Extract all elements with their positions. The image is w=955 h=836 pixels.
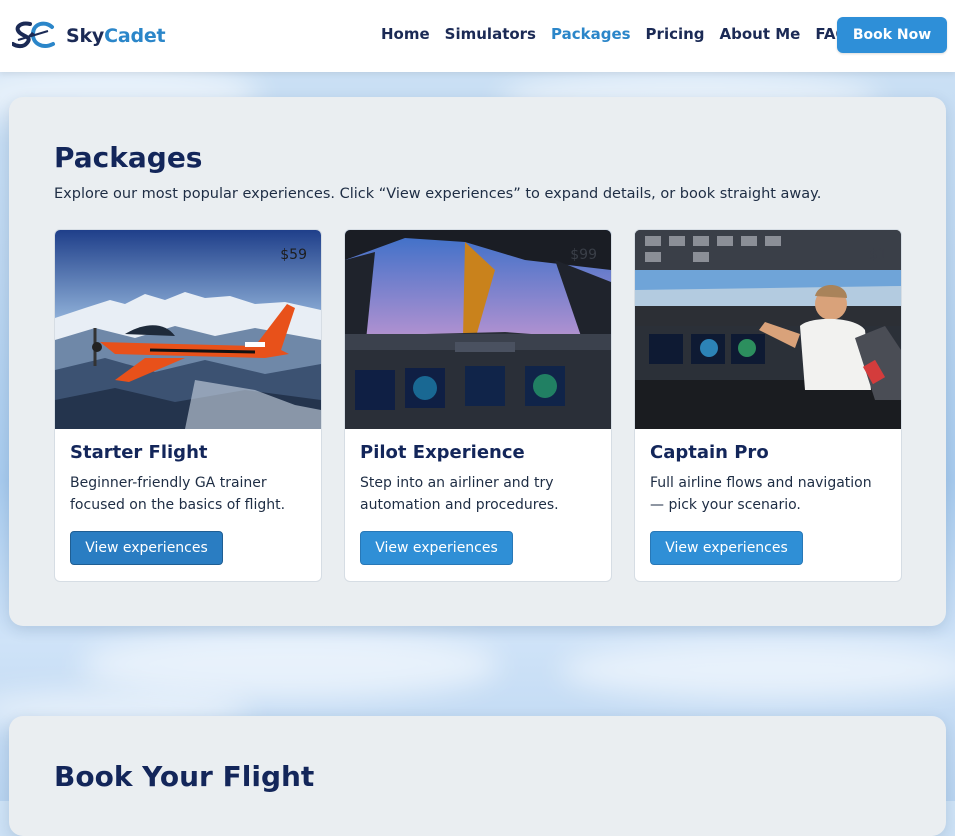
sc-monogram-logo-icon <box>12 21 55 49</box>
booking-title: Book Your Flight <box>54 760 315 793</box>
view-experiences-button[interactable]: View experiences <box>360 531 513 565</box>
view-experiences-button[interactable]: View experiences <box>650 531 803 565</box>
site-header: SkyCadet Home Simulators Packages Pricin… <box>0 0 955 72</box>
package-title: Captain Pro <box>650 442 769 463</box>
package-description: Full airline flows and navigation — pick… <box>650 475 872 513</box>
package-price: $59 <box>280 247 307 263</box>
nav-about-me[interactable]: About Me <box>720 25 801 43</box>
booking-section: Book Your Flight <box>9 716 946 836</box>
main-nav: Home Simulators Packages Pricing About M… <box>381 25 863 43</box>
brand-logo[interactable]: SkyCadet <box>12 18 166 54</box>
packages-section: Packages Explore our most popular experi… <box>9 97 946 626</box>
brand-name: SkyCadet <box>66 25 166 47</box>
nav-packages[interactable]: Packages <box>551 25 631 43</box>
package-card-captain-pro: $1 Captain Pro Full airline flows and na… <box>634 229 902 582</box>
nav-simulators[interactable]: Simulators <box>445 25 536 43</box>
package-title: Pilot Experience <box>360 442 525 463</box>
nav-pricing[interactable]: Pricing <box>646 25 705 43</box>
view-experiences-button[interactable]: View experiences <box>70 531 223 565</box>
package-card-pilot-experience: $99 Pilot Experience Step into an airlin… <box>344 229 612 582</box>
package-title: Starter Flight <box>70 442 208 463</box>
package-price: $99 <box>570 247 597 263</box>
package-price: $1 <box>869 247 887 263</box>
package-image-starter: $59 <box>55 230 321 429</box>
package-card-starter-flight: $59 Starter Flight Beginner-friendly GA … <box>54 229 322 582</box>
book-now-button[interactable]: Book Now <box>837 17 947 53</box>
packages-title: Packages <box>54 141 203 174</box>
package-image-pilot: $99 <box>345 230 611 429</box>
package-image-captain: $1 <box>635 230 901 429</box>
package-description: Beginner-friendly GA trainer focused on … <box>70 475 286 513</box>
packages-intro: Explore our most popular experiences. Cl… <box>54 186 822 202</box>
package-description: Step into an airliner and try automation… <box>360 475 559 513</box>
nav-home[interactable]: Home <box>381 25 430 43</box>
